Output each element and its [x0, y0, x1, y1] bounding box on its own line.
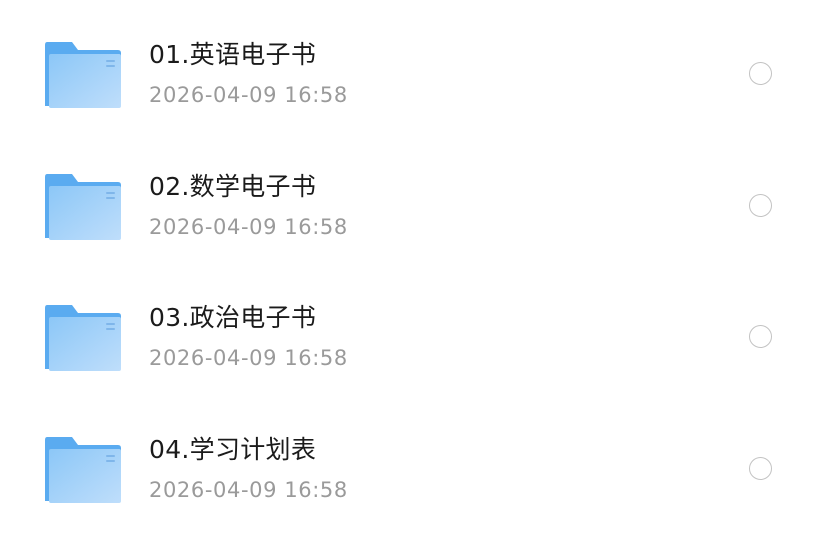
file-name: 04.学习计划表	[149, 435, 317, 464]
file-name: 01.英语电子书	[149, 40, 317, 69]
file-date: 2026-04-09 16:58	[149, 346, 348, 370]
list-item[interactable]: 02.数学电子书 2026-04-09 16:58	[0, 139, 828, 271]
select-radio[interactable]	[749, 457, 772, 480]
list-item[interactable]: 03.政治电子书 2026-04-09 16:58	[0, 270, 828, 402]
file-date: 2026-04-09 16:58	[149, 215, 348, 239]
select-radio[interactable]	[749, 194, 772, 217]
file-date: 2026-04-09 16:58	[149, 478, 348, 502]
folder-icon	[45, 40, 121, 108]
select-radio[interactable]	[749, 325, 772, 348]
file-name: 03.政治电子书	[149, 303, 317, 332]
select-radio[interactable]	[749, 62, 772, 85]
file-date: 2026-04-09 16:58	[149, 83, 348, 107]
folder-icon	[45, 303, 121, 371]
list-item[interactable]: 01.英语电子书 2026-04-09 16:58	[0, 7, 828, 139]
folder-icon	[45, 172, 121, 240]
folder-icon	[45, 435, 121, 503]
file-name: 02.数学电子书	[149, 172, 317, 201]
list-item[interactable]: 04.学习计划表 2026-04-09 16:58	[0, 402, 828, 534]
file-list: 01.英语电子书 2026-04-09 16:58 02.数学电子书 2026-…	[0, 0, 828, 534]
